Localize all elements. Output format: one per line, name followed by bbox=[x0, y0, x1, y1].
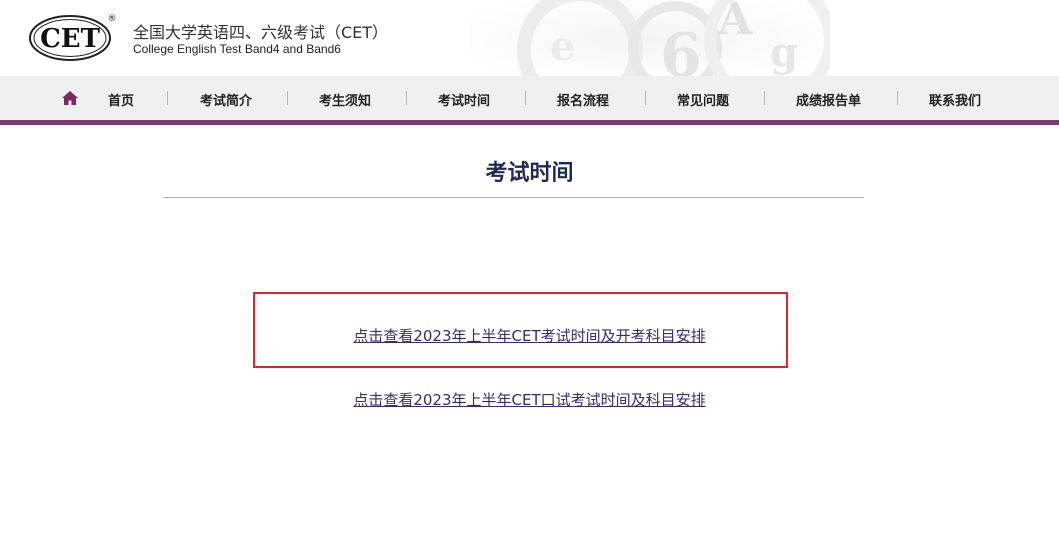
site-header: A g 6 e CET ® 全国大学英语四、六级考试（CET） College … bbox=[0, 0, 1059, 76]
cet-logo: CET ® bbox=[29, 14, 117, 61]
nav-item-candidate-notice[interactable]: 考生须知 bbox=[319, 90, 371, 109]
nav-item-exam-time[interactable]: 考试时间 bbox=[438, 90, 490, 109]
nav-item-faq[interactable]: 常见问题 bbox=[677, 90, 729, 109]
nav-item-home[interactable]: 首页 bbox=[108, 90, 134, 109]
exam-schedule-link[interactable]: 点击查看2023年上半年CET考试时间及开考科目安排 bbox=[0, 325, 1059, 346]
nav-item-contact[interactable]: 联系我们 bbox=[929, 90, 981, 109]
main-nav bbox=[0, 76, 1059, 120]
deco-letter: A bbox=[717, 0, 753, 45]
home-icon[interactable] bbox=[61, 90, 79, 106]
deco-letter: 6 bbox=[660, 21, 702, 76]
nav-separator bbox=[406, 91, 407, 105]
header-decoration: A g 6 e bbox=[470, 0, 830, 76]
nav-accent-bar bbox=[0, 120, 1059, 125]
nav-separator bbox=[645, 91, 646, 105]
nav-separator bbox=[525, 91, 526, 105]
nav-separator bbox=[764, 91, 765, 105]
oral-exam-schedule-link[interactable]: 点击查看2023年上半年CET口试考试时间及科目安排 bbox=[0, 389, 1059, 410]
nav-item-exam-intro[interactable]: 考试简介 bbox=[200, 90, 252, 109]
nav-separator bbox=[897, 91, 898, 105]
page: A g 6 e CET ® 全国大学英语四、六级考试（CET） College … bbox=[0, 0, 1059, 537]
site-title-en: College English Test Band4 and Band6 bbox=[133, 42, 341, 56]
nav-item-registration[interactable]: 报名流程 bbox=[557, 90, 609, 109]
page-title: 考试时间 bbox=[485, 161, 574, 186]
nav-separator bbox=[167, 91, 168, 105]
registered-mark: ® bbox=[108, 14, 117, 24]
nav-item-score-report[interactable]: 成绩报告单 bbox=[796, 90, 861, 109]
nav-separator bbox=[287, 91, 288, 105]
site-title-cn: 全国大学英语四、六级考试（CET） bbox=[133, 23, 389, 42]
deco-letter: e bbox=[550, 23, 575, 70]
logo-text: CET bbox=[40, 24, 101, 54]
title-divider bbox=[163, 197, 864, 198]
deco-letter: g bbox=[770, 29, 798, 76]
